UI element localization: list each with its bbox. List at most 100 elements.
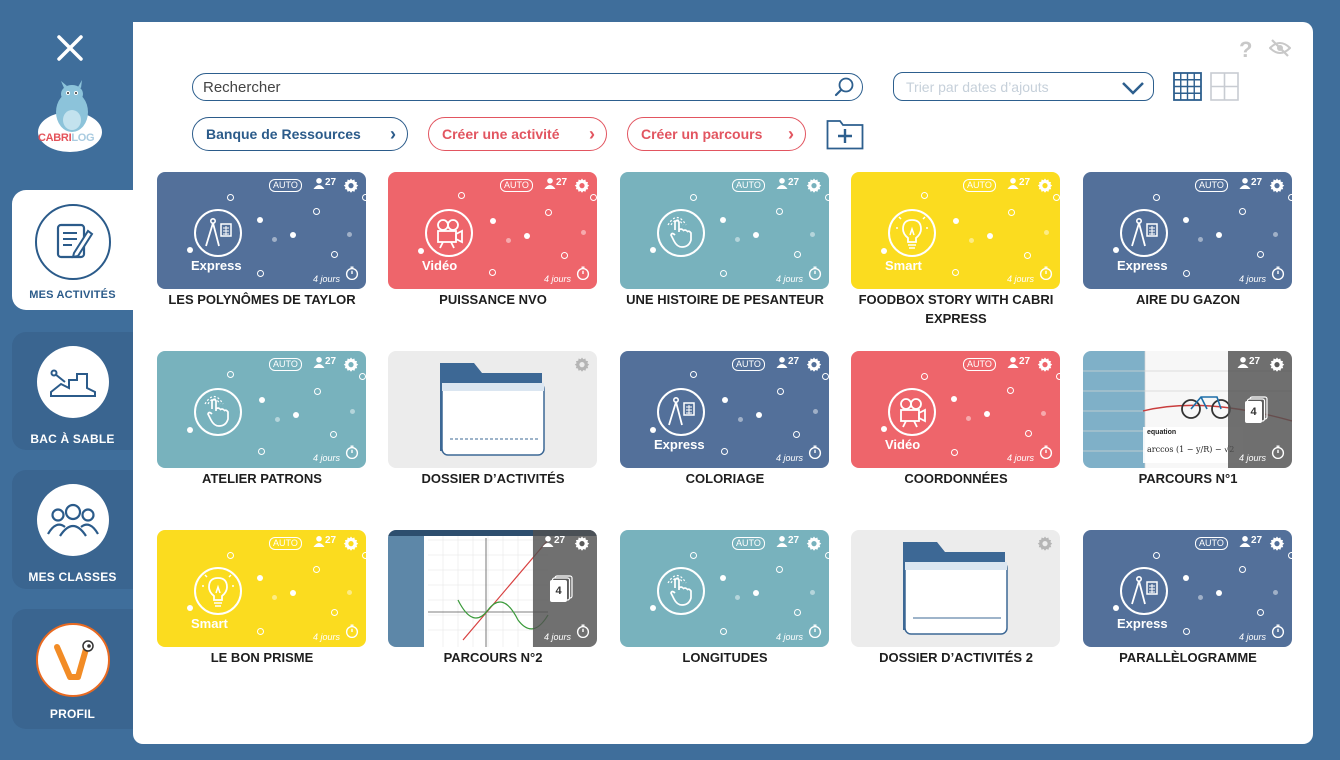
- sort-dropdown[interactable]: Trier par dates d’ajouts: [893, 72, 1154, 101]
- nav-bac-a-sable[interactable]: BAC À SABLE: [12, 332, 133, 450]
- card-title[interactable]: DOSSIER D’ACTIVITÉS 2: [846, 648, 1066, 667]
- decor-dot: [257, 628, 264, 635]
- duration-label: 4 jours: [1238, 453, 1266, 463]
- card-title[interactable]: UNE HISTOIRE DE PESANTEUR: [615, 290, 835, 309]
- nav-profil[interactable]: PROFIL: [12, 609, 133, 729]
- activity-card[interactable]: 27 4 4 jours: [388, 530, 597, 647]
- activity-card[interactable]: Express AUTO 27 4 jours: [157, 172, 366, 289]
- settings-gear-icon[interactable]: [574, 536, 590, 557]
- activity-card[interactable]: AUTO 27 4 jours: [620, 530, 829, 647]
- user-count-value: 27: [1251, 177, 1263, 188]
- duration-label: 4 jours: [543, 632, 571, 642]
- chevron-right-icon: ›: [788, 124, 794, 144]
- decor-dot: [275, 417, 280, 422]
- activity-card[interactable]: Express AUTO 27 4 jours: [1083, 530, 1292, 647]
- card-title[interactable]: PUISSANCE NVO: [383, 290, 603, 309]
- nav-mes-activites[interactable]: MES ACTIVITÉS: [12, 190, 133, 310]
- settings-gear-icon[interactable]: [1269, 357, 1285, 378]
- card-title[interactable]: PARALLÈLOGRAMME: [1078, 648, 1298, 667]
- decor-dot: [331, 609, 338, 616]
- activity-card[interactable]: Smart AUTO 27 4 jours: [851, 172, 1060, 289]
- activity-card[interactable]: Express AUTO 27 4 jours: [1083, 172, 1292, 289]
- card-title[interactable]: COLORIAGE: [615, 469, 835, 488]
- settings-gear-icon[interactable]: [1037, 357, 1053, 378]
- large-grid-view-icon[interactable]: [1210, 72, 1239, 106]
- search-input[interactable]: [203, 79, 823, 96]
- card-title[interactable]: ATELIER PATRONS: [152, 469, 372, 488]
- stopwatch-icon: [576, 266, 590, 285]
- chevron-down-icon: [1122, 82, 1144, 95]
- activity-card[interactable]: Vidéo AUTO 27 4 jours: [388, 172, 597, 289]
- compass-icon: [194, 209, 242, 257]
- auto-badge: AUTO: [269, 537, 302, 550]
- settings-gear-icon[interactable]: [1037, 178, 1053, 199]
- activity-card[interactable]: AUTO 27 4 jours: [157, 351, 366, 468]
- decor-dot: [1153, 552, 1160, 559]
- settings-gear-icon[interactable]: [1269, 178, 1285, 199]
- decor-dot: [458, 192, 465, 199]
- card-title[interactable]: FOODBOX STORY WITH CABRI EXPRESS: [846, 290, 1066, 328]
- card-title[interactable]: PARCOURS N°1: [1078, 469, 1298, 488]
- card-title[interactable]: LONGITUDES: [615, 648, 835, 667]
- settings-gear-icon[interactable]: [343, 357, 359, 378]
- settings-gear-icon[interactable]: [806, 178, 822, 199]
- grid-view-icon[interactable]: [1173, 72, 1202, 106]
- card-title[interactable]: DOSSIER D’ACTIVITÉS: [383, 469, 603, 488]
- creer-activite-button[interactable]: Créer une activité ›: [428, 117, 607, 151]
- activity-type-label: Smart: [885, 258, 922, 273]
- button-label: Créer une activité: [442, 126, 560, 142]
- stopwatch-icon: [1039, 445, 1053, 464]
- settings-gear-icon[interactable]: [806, 536, 822, 557]
- add-folder-icon[interactable]: [826, 118, 864, 155]
- card-title[interactable]: LE BON PRISME: [152, 648, 372, 667]
- decor-dot: [187, 605, 193, 611]
- chevron-right-icon: ›: [589, 124, 595, 144]
- settings-gear-icon[interactable]: [806, 357, 822, 378]
- settings-gear-icon[interactable]: [1269, 536, 1285, 557]
- activity-card[interactable]: AUTO 27 4 jours: [620, 172, 829, 289]
- banque-ressources-button[interactable]: Banque de Ressources ›: [192, 117, 408, 151]
- decor-dot: [330, 431, 337, 438]
- duration-label: 4 jours: [312, 274, 340, 284]
- settings-gear-icon[interactable]: [1037, 536, 1053, 557]
- card-title[interactable]: PARCOURS N°2: [383, 648, 603, 667]
- search-icon[interactable]: [834, 77, 854, 102]
- settings-gear-icon[interactable]: [574, 178, 590, 199]
- activity-card[interactable]: Express AUTO 27 4 jours: [620, 351, 829, 468]
- folder-icon: [438, 361, 546, 462]
- parcours-step-count: 4: [555, 585, 562, 597]
- decor-dot: [720, 575, 726, 581]
- activity-card[interactable]: Smart AUTO 27 4 jours: [157, 530, 366, 647]
- activity-card[interactable]: [388, 351, 597, 468]
- decor-dot: [293, 412, 299, 418]
- help-icon[interactable]: ?: [1239, 37, 1252, 63]
- creer-parcours-button[interactable]: Créer un parcours ›: [627, 117, 806, 151]
- settings-gear-icon[interactable]: [574, 357, 590, 378]
- nav-mes-classes[interactable]: MES CLASSES: [12, 470, 133, 589]
- card-title[interactable]: LES POLYNÔMES DE TAYLOR: [152, 290, 372, 309]
- activity-card[interactable]: [851, 530, 1060, 647]
- decor-dot: [257, 270, 264, 277]
- decor-dot: [735, 595, 740, 600]
- decor-dot: [952, 269, 959, 276]
- close-icon[interactable]: [52, 30, 88, 66]
- card-title[interactable]: AIRE DU GAZON: [1078, 290, 1298, 309]
- decor-dot: [690, 371, 697, 378]
- card-title[interactable]: COORDONNÉES: [846, 469, 1066, 488]
- activity-card[interactable]: Vidéo AUTO 27 4 jours: [851, 351, 1060, 468]
- decor-dot: [951, 449, 958, 456]
- bulb-icon: [888, 209, 936, 257]
- duration-label: 4 jours: [1006, 453, 1034, 463]
- user-count: 27: [776, 177, 799, 192]
- decor-dot: [313, 566, 320, 573]
- settings-gear-icon[interactable]: [343, 178, 359, 199]
- eye-slash-icon[interactable]: [1268, 39, 1292, 62]
- decor-dot: [951, 396, 957, 402]
- sort-placeholder: Trier par dates d’ajouts: [906, 79, 1049, 95]
- activity-card[interactable]: equation arccos (1 − y/R) − √2 27 4 4 jours: [1083, 351, 1292, 468]
- touch-icon: [657, 209, 705, 257]
- user-count: 27: [313, 177, 336, 192]
- settings-gear-icon[interactable]: [343, 536, 359, 557]
- auto-badge: AUTO: [269, 179, 302, 192]
- decor-dot: [881, 426, 887, 432]
